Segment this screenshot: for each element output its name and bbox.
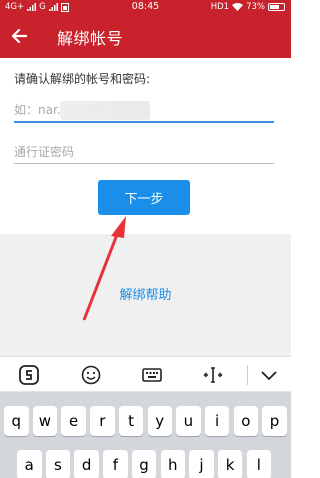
key-f[interactable]: f <box>103 450 128 478</box>
key-a[interactable]: a <box>17 450 42 478</box>
key-j[interactable]: j <box>189 450 214 478</box>
form-prompt: 请确认解绑的帐号和密码: <box>14 72 151 86</box>
hd-indicator: HD1 <box>210 1 230 12</box>
key-o[interactable]: o <box>233 406 259 436</box>
keyboard-icon <box>142 368 162 382</box>
back-button[interactable] <box>6 22 34 50</box>
key-k[interactable]: k <box>217 450 243 478</box>
key-i[interactable]: i <box>204 406 230 436</box>
key-s[interactable]: s <box>45 450 71 478</box>
key-r[interactable]: r <box>90 406 115 436</box>
app-bar: 解绑帐号 <box>0 14 291 58</box>
keyboard: qwertyuiop asdfghjkl <box>0 392 291 478</box>
wifi-icon <box>232 2 244 11</box>
keyboard-switch-button[interactable] <box>140 363 164 387</box>
chevron-down-icon <box>261 371 277 381</box>
toolbar-divider <box>247 365 248 385</box>
key-u[interactable]: u <box>176 406 201 436</box>
key-g[interactable]: g <box>131 450 157 478</box>
key-t[interactable]: t <box>118 406 144 436</box>
status-bar: 4G+ G 08:45 HD1 73% <box>0 0 291 14</box>
emoji-icon <box>81 365 101 385</box>
key-p[interactable]: p <box>262 406 287 436</box>
battery-icon <box>268 2 285 11</box>
password-input[interactable] <box>14 140 274 164</box>
sogou-logo-button[interactable] <box>17 363 41 387</box>
key-w[interactable]: w <box>32 406 58 436</box>
masked-account-text <box>60 101 150 120</box>
cursor-move-icon <box>203 367 223 383</box>
key-e[interactable]: e <box>61 406 86 436</box>
status-right: HD1 73% <box>211 2 285 12</box>
cursor-move-button[interactable] <box>201 363 225 387</box>
arrow-left-icon <box>11 28 28 44</box>
battery-percent: 73% <box>246 1 265 12</box>
hide-keyboard-button[interactable] <box>257 363 281 387</box>
key-l[interactable]: l <box>246 450 272 478</box>
key-y[interactable]: y <box>147 406 172 436</box>
unbind-help-link[interactable]: 解绑帮助 <box>0 284 291 303</box>
emoji-button[interactable] <box>79 363 103 387</box>
key-d[interactable]: d <box>74 450 99 478</box>
keyboard-toolbar <box>0 356 291 392</box>
key-h[interactable]: h <box>160 450 185 478</box>
sogou-logo-icon <box>19 365 39 385</box>
page-title: 解绑帐号 <box>57 29 124 48</box>
key-q[interactable]: q <box>4 406 29 436</box>
next-step-button[interactable]: 下一步 <box>98 180 190 215</box>
